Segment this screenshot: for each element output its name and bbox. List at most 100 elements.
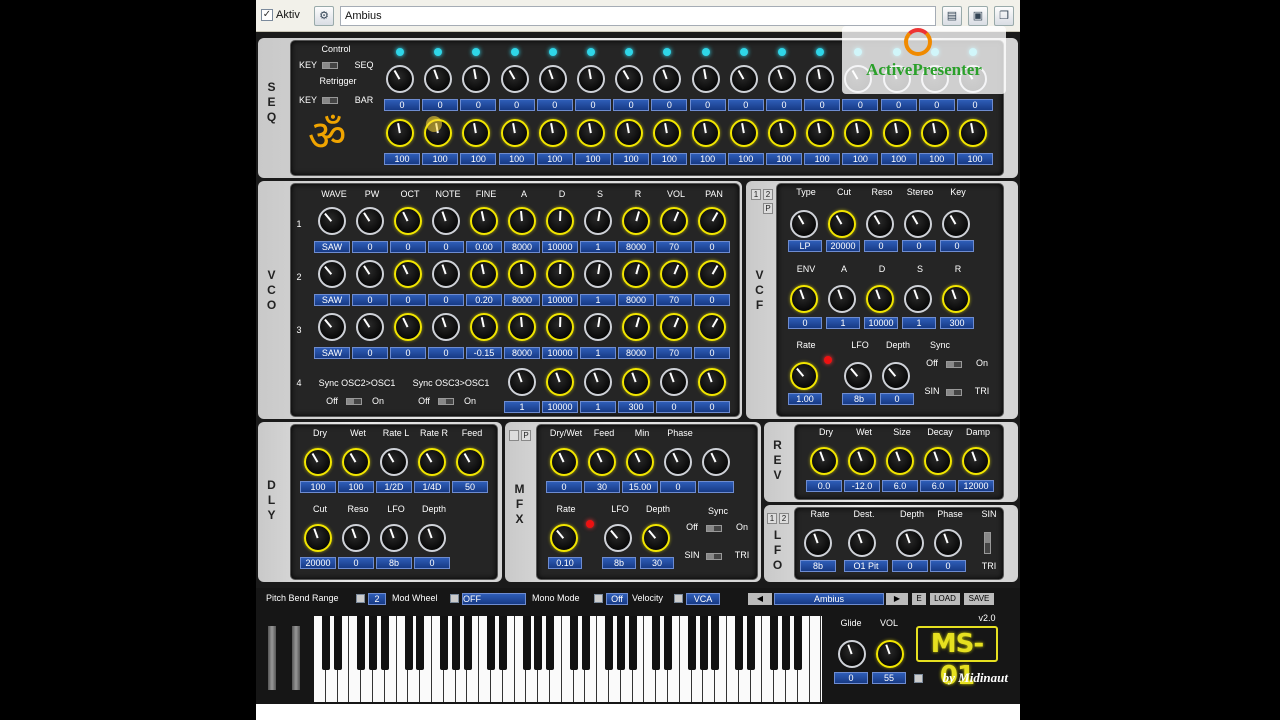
vco-value[interactable]: SAW	[314, 347, 350, 359]
vco-knob[interactable]	[356, 260, 384, 288]
vco-value[interactable]: 0	[694, 347, 730, 359]
mfx-tab-p[interactable]: P	[521, 430, 531, 441]
seq-velocity-value[interactable]: 100	[804, 153, 841, 165]
rev-knob[interactable]	[962, 447, 990, 475]
vcf-value[interactable]: 0	[902, 240, 936, 252]
lfo-knob[interactable]	[896, 529, 924, 557]
mfx-knob[interactable]	[588, 448, 616, 476]
black-key[interactable]	[617, 616, 625, 670]
vco-value[interactable]: 70	[656, 241, 692, 253]
mfx-value[interactable]: 15.00	[622, 481, 658, 493]
mfx-sync-switch[interactable]	[706, 525, 722, 532]
vco-value[interactable]: SAW	[314, 294, 350, 306]
vco-knob[interactable]	[508, 207, 536, 235]
vcf-env-knob[interactable]	[942, 285, 970, 313]
vco-value[interactable]: 0	[390, 241, 426, 253]
seq-velocity-value[interactable]: 100	[689, 153, 726, 165]
dly-value[interactable]: 1/2D	[376, 481, 412, 493]
seq-velocity-knob[interactable]	[729, 119, 758, 147]
lfo-value[interactable]: 0	[930, 560, 966, 572]
vco-value[interactable]: 1	[580, 294, 616, 306]
seq-velocity-value[interactable]: 100	[460, 153, 497, 165]
mfx-lfo-value[interactable]: 8b	[602, 557, 636, 569]
seq-step-value[interactable]: 0	[766, 99, 802, 111]
seq-velocity-knob[interactable]	[768, 119, 796, 147]
glide-knob[interactable]	[838, 640, 866, 668]
vcf-value[interactable]: LP	[788, 240, 822, 252]
vco-value[interactable]: 0.00	[466, 241, 502, 253]
seq-velocity-knob[interactable]	[577, 119, 605, 147]
lfo-knob[interactable]	[804, 529, 832, 557]
seq-velocity-knob[interactable]	[691, 119, 720, 147]
glide-value[interactable]: 0	[834, 672, 868, 684]
vco-env-knob[interactable]	[546, 368, 574, 396]
vco-knob[interactable]	[470, 260, 498, 288]
seq-step-value[interactable]: 0	[422, 99, 459, 111]
vco-knob[interactable]	[698, 207, 726, 235]
seq-velocity-value[interactable]: 100	[498, 153, 535, 165]
vco-value[interactable]: 10000	[542, 347, 578, 359]
vco-knob[interactable]	[432, 313, 460, 341]
preset-prev-button[interactable]: ◀	[748, 593, 772, 605]
mod-checkbox[interactable]	[450, 594, 459, 603]
rev-value[interactable]: 0.0	[806, 480, 842, 492]
lfo-knob[interactable]	[934, 529, 962, 557]
vco-knob[interactable]	[432, 260, 460, 288]
mod-wheel[interactable]	[292, 626, 300, 690]
vco-knob[interactable]	[546, 313, 574, 341]
vcf-knob[interactable]	[904, 210, 932, 238]
vco-value[interactable]: 0	[352, 347, 388, 359]
vco-value[interactable]: 1	[580, 241, 616, 253]
dly-knob[interactable]	[380, 448, 408, 476]
vco-value[interactable]: SAW	[314, 241, 350, 253]
mono-checkbox[interactable]	[594, 594, 603, 603]
seq-step-value[interactable]: 0	[957, 99, 993, 111]
lfo-value[interactable]: 8b	[800, 560, 836, 572]
black-key[interactable]	[416, 616, 425, 670]
rev-value[interactable]: 12000	[958, 480, 994, 492]
black-key[interactable]	[440, 616, 448, 670]
seq-velocity-value[interactable]: 100	[536, 153, 573, 165]
black-key[interactable]	[381, 616, 389, 670]
vco-value[interactable]: 8000	[618, 241, 654, 253]
seq-step-knob[interactable]	[500, 65, 529, 93]
mfx-value[interactable]	[698, 481, 734, 493]
vco-knob[interactable]	[622, 313, 650, 341]
vcf-env-value[interactable]: 300	[940, 317, 974, 329]
black-key[interactable]	[333, 616, 342, 670]
preset-select[interactable]: Ambius	[340, 6, 936, 26]
seq-step-knob[interactable]	[691, 65, 720, 93]
dly-knob[interactable]	[456, 448, 484, 476]
seq-velocity-value[interactable]: 100	[727, 153, 764, 165]
vcf-lfo-value[interactable]: 0	[880, 393, 914, 405]
seq-step-value[interactable]: 0	[575, 99, 611, 111]
seq-step-knob[interactable]	[386, 65, 414, 93]
rev-knob[interactable]	[848, 447, 876, 475]
vco-knob[interactable]	[318, 207, 346, 235]
seq-step-value[interactable]: 0	[536, 99, 573, 111]
seq-step-knob[interactable]	[424, 65, 453, 93]
mono-mode-value[interactable]: Off	[606, 593, 628, 605]
vco-value[interactable]: 8000	[504, 294, 540, 306]
seq-step-value[interactable]: 0	[460, 99, 497, 111]
mfx-lfo-knob[interactable]	[604, 524, 632, 552]
vol-value[interactable]: 55	[872, 672, 906, 684]
window-icon[interactable]: ▣	[968, 6, 988, 26]
vcf-lfo-value[interactable]: 8b	[842, 393, 876, 405]
vco-value[interactable]: 0	[694, 241, 730, 253]
dly-knob2[interactable]	[304, 524, 332, 552]
vcf-knob[interactable]	[828, 210, 856, 238]
seq-step-value[interactable]: 0	[651, 99, 688, 111]
black-key[interactable]	[711, 616, 720, 670]
vco-env-knob[interactable]	[698, 368, 726, 396]
vco-env-value[interactable]: 10000	[542, 401, 578, 413]
vco-env-value[interactable]: 1	[504, 401, 540, 413]
seq-velocity-knob[interactable]	[806, 119, 835, 147]
seq-step-value[interactable]: 0	[498, 99, 535, 111]
black-key[interactable]	[735, 616, 743, 670]
pbr-checkbox[interactable]	[356, 594, 365, 603]
black-key[interactable]	[699, 616, 708, 670]
vcf-value[interactable]: 0	[940, 240, 974, 252]
black-key[interactable]	[664, 616, 673, 670]
vcf-env-knob[interactable]	[904, 285, 932, 313]
